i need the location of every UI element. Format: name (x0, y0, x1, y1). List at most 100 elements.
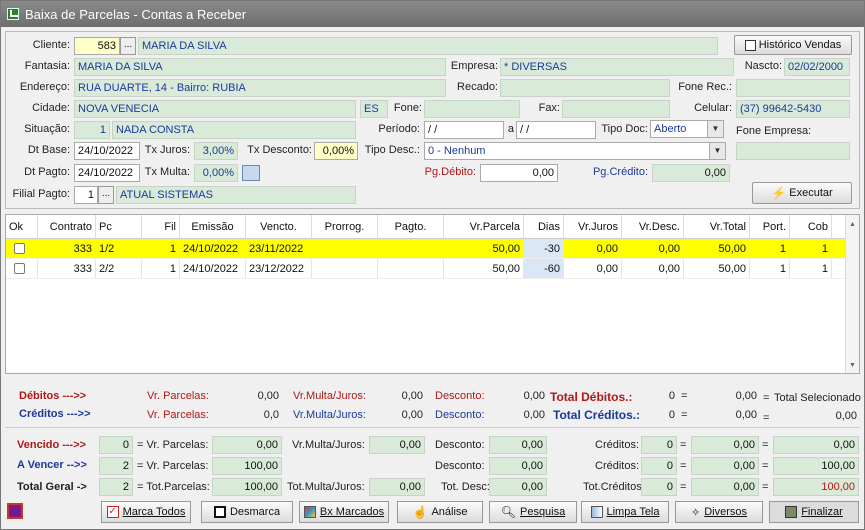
tipodesc-label: Tipo Desc.: (364, 144, 420, 156)
row-checkbox[interactable] (14, 243, 25, 254)
dtpagto-field[interactable]: 24/10/2022 (74, 164, 140, 182)
exit-door-icon (785, 506, 798, 518)
total-debitos-value: 0,00 (735, 390, 757, 402)
scroll-up-icon[interactable]: ▲ (849, 221, 856, 228)
total-creditos-eq: = (681, 409, 688, 421)
vencido-eq2: = (762, 439, 769, 451)
filial-code-field[interactable]: 1 (74, 186, 98, 204)
situacao-field[interactable]: NADA CONSTA (112, 121, 356, 139)
cell-vrjuros: 0,00 (564, 259, 622, 278)
txdesconto-field[interactable]: 0,00% (314, 142, 358, 160)
vencido-eq1: = (680, 439, 687, 451)
avencer-final-value: 100,00 (773, 457, 859, 475)
txdesconto-label: Tx Desconto: (247, 144, 312, 156)
total-creditos-value: 0,00 (735, 409, 757, 421)
row-checkbox[interactable] (14, 263, 25, 274)
col-vrdesc[interactable]: Vr.Desc. (622, 215, 684, 238)
periodo-start-field[interactable]: / / (424, 121, 504, 139)
marca-todos-label: Marca Todos (122, 506, 186, 518)
col-vrparcela[interactable]: Vr.Parcela (444, 215, 524, 238)
txmulta-field[interactable]: 0,00% (194, 164, 238, 182)
col-pc[interactable]: Pc (96, 215, 142, 238)
cidade-field[interactable]: NOVA VENECIA (74, 100, 356, 118)
total-debitos-label: Total Débitos.: (550, 390, 633, 404)
txjuros-label: Tx Juros: (144, 144, 190, 156)
filial-field[interactable]: ATUAL SISTEMAS (116, 186, 356, 204)
finalizar-button[interactable]: Finalizar (769, 501, 859, 523)
endereco-field[interactable]: RUA DUARTE, 14 - Bairro: RUBIA (74, 79, 446, 97)
fone-field[interactable] (424, 100, 520, 118)
fonerec-field[interactable] (736, 79, 850, 97)
col-ok[interactable]: Ok (6, 215, 38, 238)
col-fil[interactable]: Fil (142, 215, 180, 238)
filial-lookup-button[interactable]: ... (98, 186, 114, 204)
grid-header: Ok Contrato Pc Fil Emissão Vencto. Prorr… (6, 215, 859, 239)
cliente-name-field[interactable]: MARIA DA SILVA (138, 37, 718, 55)
celular-field[interactable]: (37) 99642-5430 (736, 100, 850, 118)
col-vencto[interactable]: Vencto. (246, 215, 312, 238)
periodo-end-field[interactable]: / / (516, 121, 596, 139)
pgcredito-field[interactable]: 0,00 (652, 164, 730, 182)
marca-todos-button[interactable]: ✓ Marca Todos (101, 501, 191, 523)
situacao-code-field[interactable]: 1 (74, 121, 110, 139)
col-port[interactable]: Port. (750, 215, 790, 238)
col-cob[interactable]: Cob (790, 215, 832, 238)
col-emissao[interactable]: Emissão (180, 215, 246, 238)
fax-label: Fax: (538, 102, 560, 114)
grid-scrollbar[interactable]: ▲ ▼ (845, 215, 859, 373)
recado-field[interactable] (500, 79, 670, 97)
checkbox-empty-icon (213, 506, 226, 518)
total-selecionado-value: 0,00 (835, 410, 857, 422)
client-info-panel: Cliente: 583 ... MARIA DA SILVA Históric… (5, 31, 860, 209)
col-contrato[interactable]: Contrato (38, 215, 96, 238)
analise-label: Análise (431, 506, 468, 518)
pgdebito-field[interactable]: 0,00 (480, 164, 558, 182)
debitos-label: Débitos --->> (19, 390, 87, 402)
total-debitos-qtd: 0 (668, 390, 675, 402)
foneempresa-field[interactable] (736, 142, 850, 160)
pesquisa-label: Pesquisa (519, 506, 566, 518)
tipodesc-select[interactable]: 0 - Nenhum ▼ (424, 142, 726, 160)
floppy-save-icon[interactable] (7, 503, 23, 519)
vencido-vrparcelas-label: = Vr. Parcelas: (137, 439, 209, 451)
cre-vrmulta-label: Vr.Multa/Juros: (293, 409, 366, 421)
limpa-tela-button[interactable]: Limpa Tela (581, 501, 669, 523)
table-row[interactable]: 333 1/2 1 24/10/2022 23/11/2022 50,00 -3… (6, 239, 859, 259)
totcreditos-label: Tot.Créditos: (583, 481, 645, 493)
desmarca-label: Desmarca (229, 506, 281, 518)
nascto-label: Nascto: (744, 60, 782, 72)
col-dias[interactable]: Dias (524, 215, 564, 238)
fantasia-field[interactable]: MARIA DA SILVA (74, 58, 446, 76)
uf-field[interactable]: ES (360, 100, 388, 118)
col-prorrog[interactable]: Prorrog. (312, 215, 378, 238)
scroll-down-icon[interactable]: ▼ (849, 362, 856, 369)
dtbase-field[interactable]: 24/10/2022 (74, 142, 140, 160)
historico-vendas-button[interactable]: Histórico Vendas (734, 35, 852, 55)
totalgeral-totparcelas-value: 100,00 (212, 478, 282, 496)
pesquisa-button[interactable]: 🔍︎ Pesquisa (489, 501, 577, 523)
col-vrjuros[interactable]: Vr.Juros (564, 215, 622, 238)
endereco-label: Endereço: (19, 81, 70, 93)
desmarca-button[interactable]: Desmarca (201, 501, 293, 523)
col-vrtotal[interactable]: Vr.Total (684, 215, 750, 238)
totalgeral-totmulta-value: 0,00 (369, 478, 425, 496)
vencido-vrparcelas-value: 0,00 (212, 436, 282, 454)
fax-field[interactable] (562, 100, 670, 118)
executar-button[interactable]: ⚡ Executar (752, 182, 852, 204)
chevron-down-icon[interactable]: ▼ (707, 121, 723, 137)
tipodoc-select[interactable]: Aberto ▼ (650, 120, 724, 138)
avencer-qtd: 2 (99, 457, 133, 475)
txjuros-field[interactable]: 3,00% (194, 142, 238, 160)
bx-marcados-button[interactable]: Bx Marcados (299, 501, 389, 523)
cliente-lookup-button[interactable]: ... (120, 37, 136, 55)
calculator-icon[interactable] (242, 165, 260, 181)
tipodoc-label: Tipo Doc: (601, 123, 648, 135)
analise-button[interactable]: ☝ Análise (397, 501, 483, 523)
empresa-field[interactable]: * DIVERSAS (500, 58, 734, 76)
nascto-field[interactable]: 02/02/2000 (784, 58, 850, 76)
table-row[interactable]: 333 2/2 1 24/10/2022 23/12/2022 50,00 -6… (6, 259, 859, 279)
cliente-code-field[interactable]: 583 (74, 37, 120, 55)
chevron-down-icon[interactable]: ▼ (709, 143, 725, 159)
col-pagto[interactable]: Pagto. (378, 215, 444, 238)
diversos-button[interactable]: ✧ Diversos (675, 501, 763, 523)
